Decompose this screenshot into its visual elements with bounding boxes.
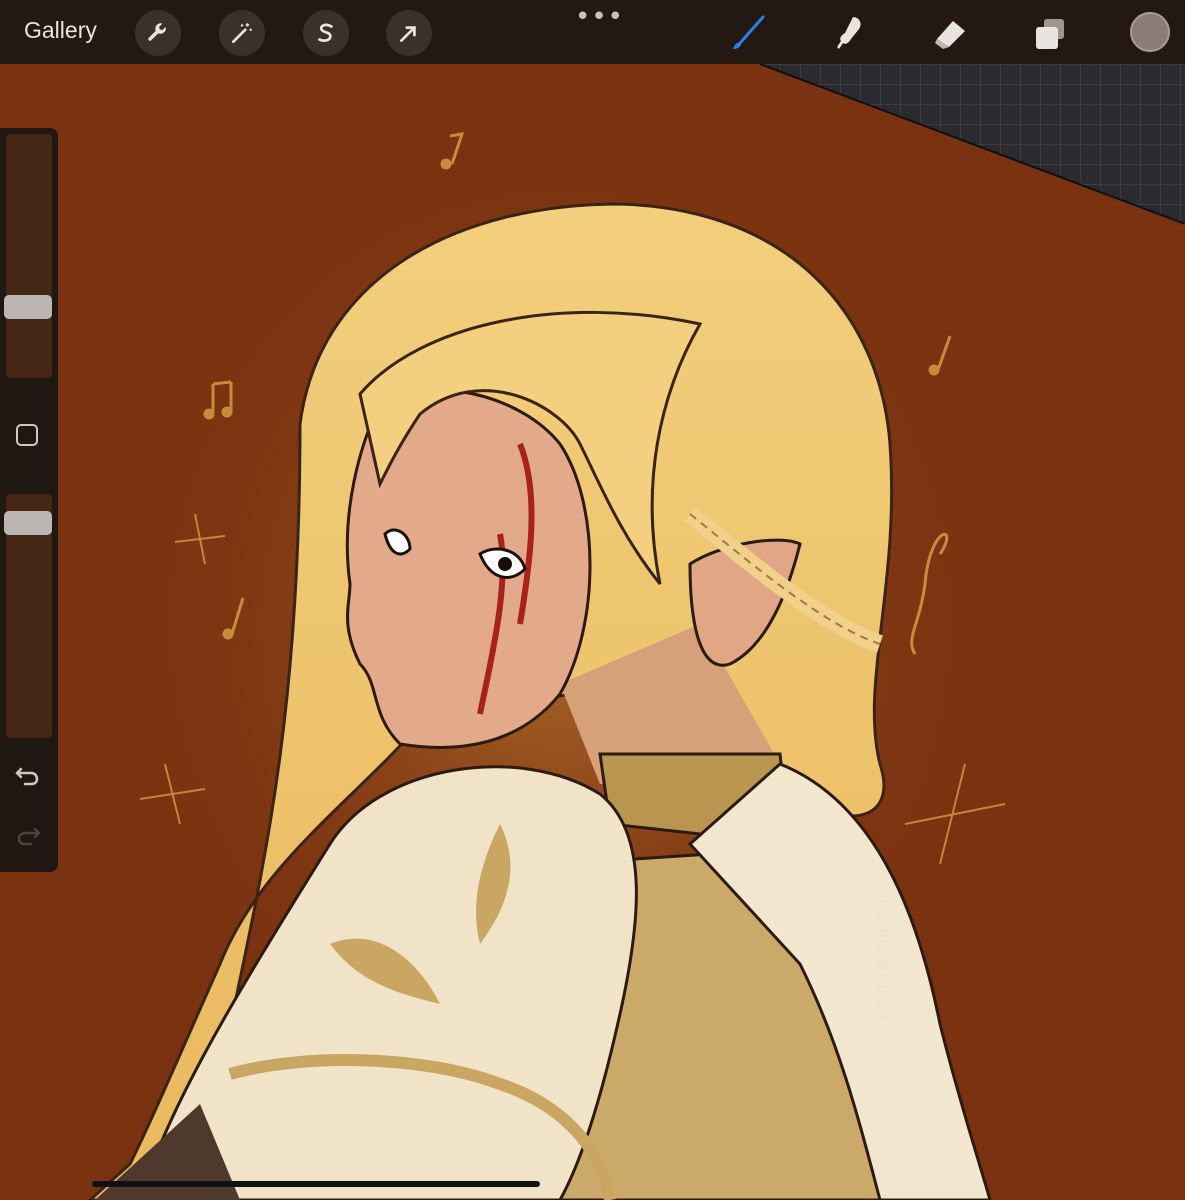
wrench-icon [148,23,166,41]
adjustments-button[interactable] [219,10,265,56]
actions-button[interactable] [135,10,181,56]
smudge-tool-button[interactable] [826,10,872,56]
watermark: @songandsea [873,894,894,1021]
transform-button[interactable] [386,10,432,56]
home-indicator[interactable] [92,1181,540,1187]
more-options-button[interactable]: ••• [575,2,624,32]
undo-button[interactable] [14,764,42,788]
selection-button[interactable] [303,10,349,56]
undo-icon [15,767,39,786]
redo-icon [17,827,41,846]
layers-icon [1036,19,1064,49]
brush-icon [733,15,765,49]
color-picker-swatch[interactable] [1130,12,1170,52]
modify-button[interactable] [16,424,38,446]
artwork-canvas[interactable]: @songandsea [0,64,1185,1200]
brush-size-slider[interactable] [6,134,52,378]
eraser-tool-button[interactable] [926,10,972,56]
smudge-icon [837,17,861,49]
redo-button[interactable] [14,824,42,848]
move-arrow-icon [400,26,416,42]
magic-wand-icon [231,23,252,44]
left-sidebar [0,128,58,872]
brush-tool-button[interactable] [724,10,770,56]
gallery-button[interactable]: Gallery [24,17,97,44]
selection-s-icon [318,23,333,42]
top-toolbar: Gallery ••• [0,0,1185,64]
eraser-icon [935,21,965,49]
opacity-slider-knob[interactable] [4,511,52,535]
layers-button[interactable] [1027,10,1073,56]
brush-size-slider-knob[interactable] [4,295,52,319]
